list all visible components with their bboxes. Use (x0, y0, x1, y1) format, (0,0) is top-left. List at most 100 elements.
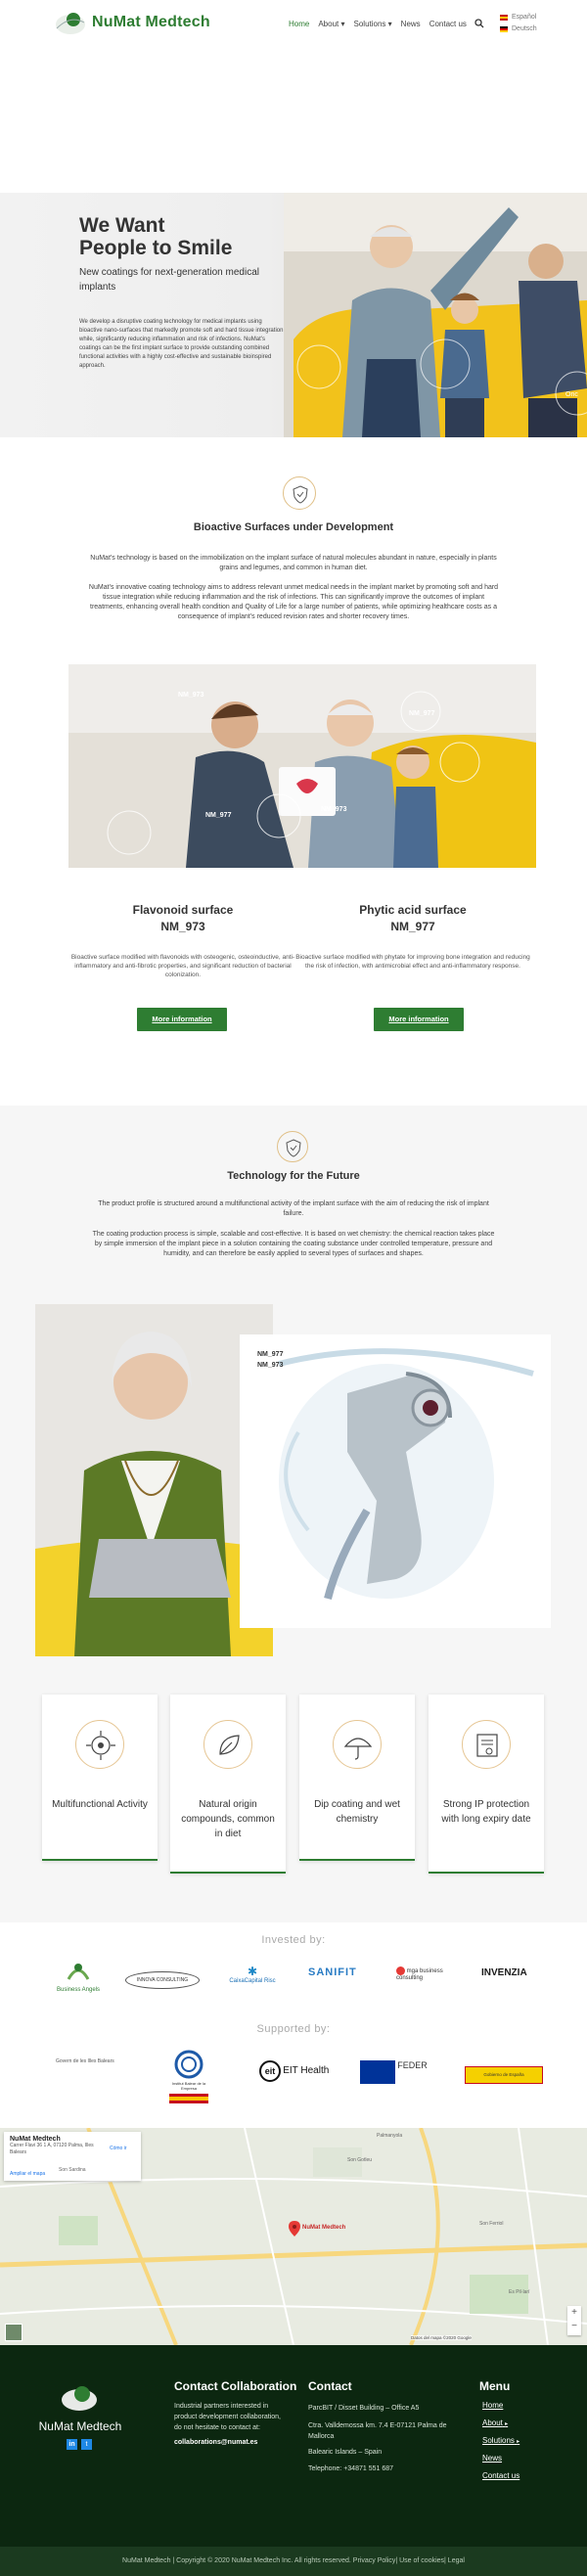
supporter-logo-2[interactable]: Institut Balear de la Empresa (164, 2050, 213, 2103)
map-info-card: NuMat Medtech Carrer Flavi 36 1 A, 07120… (4, 2132, 141, 2181)
main-nav: Home About ▾ Solutions ▾ News Contact us (289, 20, 467, 28)
contact-phone[interactable]: Telephone: +34871 551 687 (308, 2463, 455, 2474)
location-map[interactable]: NuMat Medtech Carrer Flavi 36 1 A, 07120… (0, 2128, 587, 2345)
bioactive-title: Bioactive Surfaces under Development (193, 521, 394, 533)
photo-label-2: NM_977 (409, 710, 435, 717)
target-icon (75, 1720, 124, 1769)
product-1-more-button[interactable]: More information (137, 1008, 227, 1031)
map-place-2: Son Ferriol (479, 2221, 504, 2227)
map-place-4: Palmanyola (377, 2133, 403, 2139)
future-p1: The product profile is structured around… (98, 1200, 489, 1217)
copyright-bar: NuMat Medtech | Copyright © 2020 NuMat M… (0, 2547, 587, 2576)
contact-address-3: Balearic Islands – Spain (308, 2449, 383, 2456)
nav-home[interactable]: Home (289, 20, 309, 28)
senior-woman-photo (35, 1304, 273, 1656)
footer-menu-news[interactable]: News (482, 2454, 502, 2463)
search-icon[interactable] (474, 19, 484, 28)
hero-family-photo: Onc (284, 193, 587, 437)
future-title: Technology for the Future (227, 1170, 360, 1182)
footer-menu-home[interactable]: Home (482, 2401, 503, 2410)
nav-solutions[interactable]: Solutions ▾ (354, 20, 392, 28)
map-place-5: Es Pil·larí (509, 2289, 530, 2295)
feature-card-1: Multifunctional Activity (42, 1695, 158, 1861)
map-marker-label: NuMat Medtech (302, 2225, 346, 2231)
investor-logo-2[interactable]: INNOVA CONSULTING (125, 1971, 200, 1989)
nav-about[interactable]: About ▾ (318, 20, 344, 28)
larger-map-link[interactable]: Ampliar el mapa (10, 2171, 45, 2177)
investor-logo-3[interactable]: ✱ CaixaCapital Risc (223, 1965, 282, 1984)
linkedin-icon[interactable]: in (67, 2439, 77, 2450)
supporter-logo-1[interactable]: Govern de les Illes Balears (56, 2058, 114, 2065)
hero-section: Onc We Want People to Smile New coatings … (0, 193, 587, 437)
investor-logo-4[interactable]: SANIFIT (308, 1966, 357, 1978)
invested-title: Invested by: (261, 1934, 326, 1946)
hero-subtitle: New coatings for next-generation medical… (79, 267, 259, 293)
product-1-title: Flavonoid surface NM_973 (132, 903, 234, 933)
hero-body: We develop a disruptive coating technolo… (79, 319, 284, 369)
nav-contact[interactable]: Contact us (429, 20, 467, 28)
umbrella-icon (333, 1720, 382, 1769)
map-satellite-toggle[interactable] (5, 2324, 23, 2341)
footer-social: in t (67, 2439, 92, 2450)
map-place-1: Son Gotleu (347, 2157, 373, 2163)
map-zoom-controls[interactable]: + − (567, 2306, 581, 2335)
contact-title: Contact (308, 2379, 352, 2393)
menu-title: Menu (479, 2379, 511, 2393)
lang-de[interactable]: Deutsch (500, 23, 537, 35)
investor-logo-6[interactable]: INVENZIA (481, 1967, 527, 1978)
supporter-logo-5[interactable]: Gobierno de España (465, 2066, 543, 2084)
product-2-more-button[interactable]: More information (374, 1008, 464, 1031)
product-2-title: Phytic acid surface NM_977 (359, 903, 467, 933)
implant-label-2: NM_973 (257, 1362, 284, 1369)
directions-link[interactable]: Cómo ir (110, 2146, 127, 2151)
twitter-icon[interactable]: t (81, 2439, 92, 2450)
nav-news[interactable]: News (401, 20, 421, 28)
future-p2: The coating production process is simple… (92, 1231, 495, 1257)
site-footer: NuMat Medtech in t Contact Collaboration… (0, 2345, 587, 2547)
language-switcher: Español Deutsch (500, 12, 537, 35)
photo-label-1: NM_973 (178, 692, 204, 699)
investor-logo-5[interactable]: mga business consulting (396, 1966, 457, 1982)
map-place-3: Son Sardina (59, 2167, 86, 2173)
leaf-icon (203, 1720, 252, 1769)
implant-image: NM_977 NM_973 (240, 1334, 551, 1628)
supported-title: Supported by: (256, 2023, 331, 2035)
footer-logo-icon[interactable] (61, 2382, 98, 2412)
star-icon: ✱ (247, 1965, 258, 1978)
footer-menu-solutions[interactable]: Solutions ▸ (482, 2436, 519, 2445)
product-2-desc: Bioactive surface modified with phytate … (295, 954, 530, 970)
collab-email[interactable]: collaborations@numat.es (174, 2437, 257, 2448)
bioactive-p2: NuMat’s innovative coating technology ai… (88, 584, 499, 620)
collab-title: Contact Collaboration (174, 2379, 297, 2393)
supporter-logo-4[interactable]: FEDER (360, 2060, 438, 2088)
family-photo: NM_973 NM_977 NM_977 NM_973 (68, 664, 536, 868)
product-1-desc: Bioactive surface modified with flavonoi… (70, 954, 295, 978)
implant-label-1: NM_977 (257, 1351, 284, 1358)
investor-logo-1[interactable]: Business Angels (49, 1960, 108, 1993)
supporter-logo-3[interactable]: eit EIT Health (259, 2060, 333, 2090)
brand-name[interactable]: NuMat Medtech (92, 14, 210, 31)
feature-card-4: Strong IP protection with long expiry da… (429, 1695, 544, 1874)
bioactive-p1: NuMat’s technology is based on the immob… (90, 555, 497, 571)
contact-address-2: Ctra. Valldemossa km. 7.4 E-07121 Palma … (308, 2422, 447, 2440)
footer-menu-about[interactable]: About ▸ (482, 2418, 508, 2427)
certificate-icon (462, 1720, 511, 1769)
logo-icon[interactable] (55, 9, 86, 36)
contact-address-1: ParcBIT / Disset Building – Office A5 (308, 2405, 420, 2412)
feature-card-3: Dip coating and wet chemistry (299, 1695, 415, 1861)
photo-label-3: NM_977 (205, 812, 232, 819)
footer-menu-contact[interactable]: Contact us (482, 2471, 519, 2480)
spain-flag (169, 2094, 208, 2103)
shield-icon (283, 476, 316, 510)
lang-es[interactable]: Español (500, 12, 537, 23)
footer-brand: NuMat Medtech (38, 2419, 122, 2433)
shield-icon-2 (277, 1131, 308, 1162)
photo-label-4: NM_973 (321, 806, 347, 813)
hero-photo-label: Onc (565, 391, 578, 398)
feature-card-2: Natural origin compounds, common in diet (170, 1695, 286, 1874)
hero-title: We Want People to Smile (79, 214, 233, 259)
collab-text: Industrial partners interested in produc… (174, 2403, 281, 2431)
map-pin-icon[interactable] (289, 2221, 300, 2237)
site-header: NuMat Medtech Home About ▾ Solutions ▾ N… (0, 0, 587, 47)
map-attribution: Datos del mapa ©2020 Google (411, 2335, 472, 2340)
